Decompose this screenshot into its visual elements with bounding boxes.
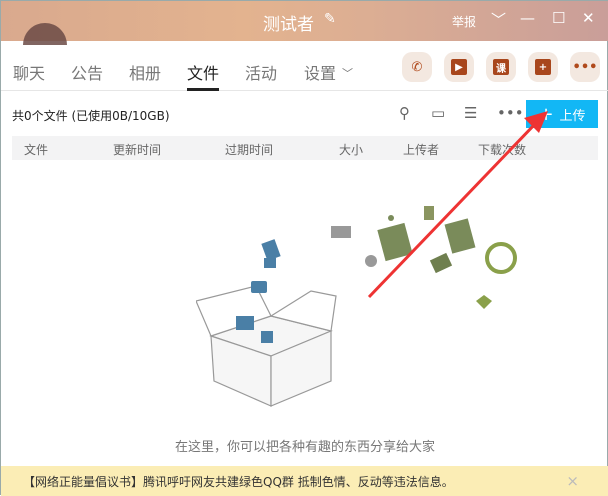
annotation-arrow xyxy=(367,111,548,299)
empty-state-text: 在这里，你可以把各种有趣的东西分享给大家 xyxy=(174,440,435,455)
notice-text[interactable]: 【网络正能量倡议书】腾讯呼吁网友共建绿色QQ群 抵制色情、反动等违法信息。 xyxy=(23,475,454,489)
notice-bar: 【网络正能量倡议书】腾讯呼吁网友共建绿色QQ群 抵制色情、反动等违法信息。 × xyxy=(1,466,608,496)
close-icon[interactable]: × xyxy=(566,472,579,490)
